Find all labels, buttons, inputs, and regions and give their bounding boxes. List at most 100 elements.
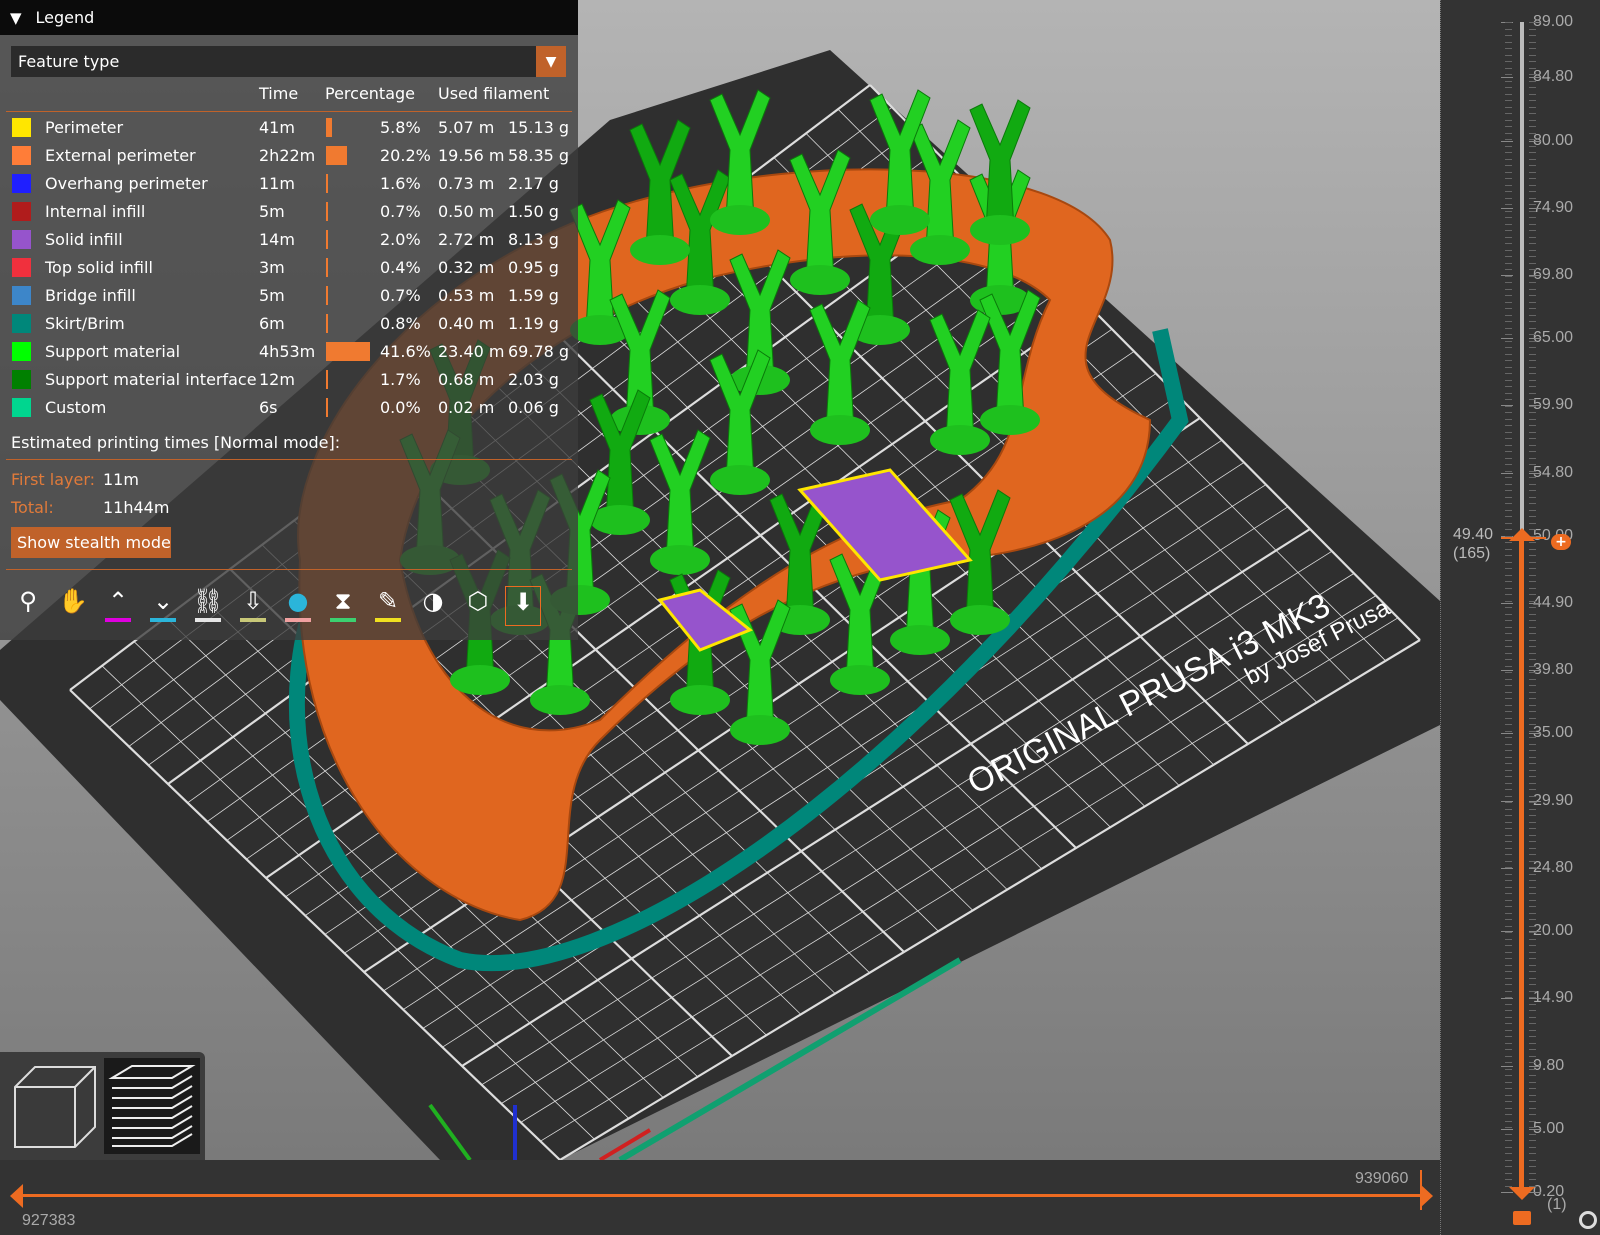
minor-tick (1505, 1140, 1512, 1141)
feature-length: 5.07 m (438, 118, 495, 137)
minor-tick (1529, 834, 1536, 836)
minor-tick (1505, 106, 1512, 108)
wipe-toggle[interactable]: ✋ (55, 586, 91, 626)
support-base (450, 665, 510, 695)
minor-tick (1529, 197, 1536, 199)
minor-tick (1505, 217, 1512, 218)
chevron-down-icon[interactable]: ▼ (536, 46, 566, 77)
minor-tick (1505, 1114, 1512, 1115)
support-base (910, 235, 970, 265)
legend-row[interactable]: Support material interface 12m 1.7% 0.68… (0, 367, 578, 395)
legend-row[interactable]: Custom 6s 0.0% 0.02 m 0.06 g (0, 395, 578, 423)
minor-tick (1505, 171, 1512, 173)
minor-tick (1505, 997, 1512, 998)
upper-thumb[interactable] (1509, 528, 1535, 541)
tick-mark (1501, 77, 1513, 79)
vertical-layer-slider[interactable]: 89.00 84.80 80.00 74.90 69.80 65.00 59.90 54.80… (1440, 0, 1600, 1235)
minor-tick (1505, 945, 1512, 946)
minor-tick (1505, 470, 1512, 472)
minor-tick (1529, 880, 1536, 881)
legend-row[interactable]: Overhang perimeter 11m 1.6% 0.73 m 2.17 … (0, 171, 578, 199)
legend-row[interactable]: Solid infill 14m 2.0% 2.72 m 8.13 g (0, 227, 578, 255)
first-layer-time: 11m (103, 470, 139, 489)
feature-percentage: 41.6% (380, 342, 431, 361)
legend-row[interactable]: Skirt/Brim 6m 0.8% 0.40 m 1.19 g (0, 311, 578, 339)
feature-percentage: 5.8% (380, 118, 421, 137)
color-underline (285, 618, 311, 622)
show-stealth-mode-button[interactable]: Show stealth mode (11, 527, 171, 558)
custom-gcode-toggle[interactable]: ✎ (370, 586, 406, 626)
legend-row[interactable]: External perimeter 2h22m 20.2% 19.56 m 5… (0, 143, 578, 171)
feature-percentage: 0.7% (380, 286, 421, 305)
settings-cog-icon[interactable] (1579, 1211, 1597, 1229)
minor-tick (1529, 691, 1536, 693)
minor-tick (1529, 41, 1536, 43)
minor-tick (1505, 405, 1512, 407)
add-color-change-icon[interactable]: + (1551, 534, 1571, 550)
minor-tick (1529, 828, 1536, 829)
minor-tick (1529, 620, 1536, 621)
minor-tick (1529, 210, 1536, 212)
tool-marker-toggle[interactable]: ⬇ (505, 586, 541, 626)
left-thumb[interactable] (10, 1184, 23, 1208)
travel-toggle[interactable]: ⚲ (10, 586, 46, 626)
minor-tick (1505, 1127, 1512, 1128)
pause-toggle[interactable]: ⧗ (325, 586, 361, 626)
lower-thumb[interactable] (1509, 1187, 1535, 1200)
horizontal-move-slider[interactable]: 927383 939060 (0, 1160, 1440, 1235)
tick-mark (1529, 1128, 1541, 1130)
minor-tick (1529, 711, 1536, 712)
right-value: 939060 (1355, 1170, 1409, 1187)
minor-tick (1505, 1010, 1512, 1011)
minor-tick (1529, 561, 1536, 563)
minor-tick (1529, 438, 1536, 439)
minor-tick (1505, 184, 1512, 186)
legend-row[interactable]: Top solid infill 3m 0.4% 0.32 m 0.95 g (0, 255, 578, 283)
minor-tick (1505, 685, 1512, 686)
legend-row[interactable]: Bridge infill 5m 0.7% 0.53 m 1.59 g (0, 283, 578, 311)
color-swatch (12, 230, 31, 249)
minor-tick (1505, 366, 1512, 368)
support-base (980, 405, 1040, 435)
minor-tick (1529, 1133, 1536, 1135)
minor-tick (1505, 178, 1512, 179)
color-changes-toggle[interactable]: ● (280, 586, 316, 626)
layers-view-button[interactable] (104, 1058, 200, 1154)
minor-tick (1529, 581, 1536, 582)
minor-tick (1505, 971, 1512, 972)
retractions-toggle[interactable]: ⌃ (100, 586, 136, 626)
deretractions-toggle[interactable]: ⌄ (145, 586, 181, 626)
support-base (950, 605, 1010, 635)
minor-tick (1529, 340, 1536, 342)
shells-toggle[interactable]: ⬡ (460, 586, 496, 626)
3d-view-cube-icon[interactable] (10, 1062, 100, 1152)
minor-tick (1505, 379, 1512, 381)
view-type-dropdown[interactable]: Feature type ▼ (11, 46, 566, 77)
minor-tick (1529, 984, 1536, 985)
tool-changes-toggle[interactable]: ⇩ (235, 586, 271, 626)
support-base (970, 215, 1030, 245)
minor-tick (1505, 665, 1512, 667)
minor-tick (1529, 301, 1536, 303)
seams-toggle[interactable]: ⛓ (190, 586, 226, 626)
minor-tick (1505, 282, 1512, 283)
minor-tick (1529, 932, 1536, 933)
legend-row[interactable]: Support material 4h53m 41.6% 23.40 m 69.… (0, 339, 578, 367)
tick-mark (1501, 733, 1513, 735)
minor-tick (1505, 54, 1512, 56)
minor-tick (1505, 899, 1512, 901)
feature-time: 6m (259, 314, 285, 333)
lock-icon[interactable] (1513, 1211, 1531, 1225)
color-swatch (12, 342, 31, 361)
minor-tick (1529, 977, 1536, 979)
legend-row[interactable]: Internal infill 5m 0.7% 0.50 m 1.50 g (0, 199, 578, 227)
view-type-value: Feature type (18, 52, 120, 71)
legend-row[interactable]: Perimeter 41m 5.8% 5.07 m 15.13 g (0, 115, 578, 143)
tick-mark (1529, 733, 1541, 735)
feature-length: 0.73 m (438, 174, 495, 193)
center-of-gravity-toggle[interactable]: ◑ (415, 586, 451, 626)
minor-tick (1505, 119, 1512, 121)
feature-percentage: 0.7% (380, 202, 421, 221)
minor-tick (1529, 938, 1536, 940)
legend-header[interactable]: ▼ Legend (0, 0, 578, 35)
